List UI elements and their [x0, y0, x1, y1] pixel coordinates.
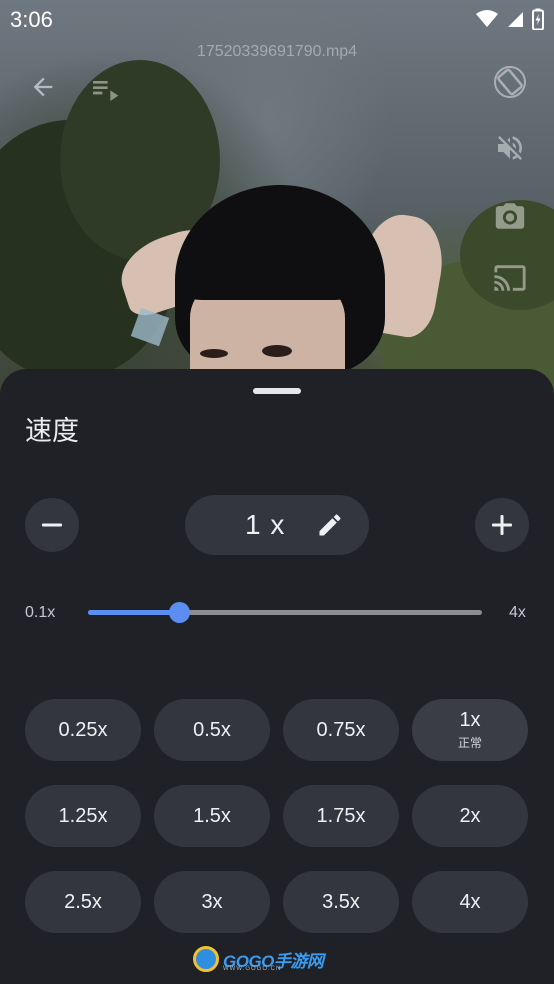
increase-speed-button[interactable] — [475, 498, 529, 552]
speed-preset-label: 3x — [201, 890, 223, 913]
plus-icon — [492, 515, 512, 535]
back-button[interactable] — [26, 70, 60, 104]
speed-value-pill[interactable]: 1 x — [185, 495, 369, 555]
sheet-drag-handle[interactable] — [253, 388, 301, 394]
speed-preset-label: 1.5x — [193, 804, 231, 827]
speed-preset-label: 4x — [459, 890, 481, 913]
speed-preset-button[interactable]: 1.5x — [154, 785, 270, 847]
cell-signal-icon — [508, 12, 523, 27]
speed-preset-button[interactable]: 2x — [412, 785, 528, 847]
playlist-button[interactable] — [88, 72, 122, 106]
speed-preset-label: 0.75x — [316, 718, 366, 741]
wifi-icon — [476, 10, 498, 27]
screen-rotation-icon — [494, 66, 526, 98]
speed-preset-sublabel: 正常 — [457, 736, 482, 750]
eye-right — [262, 345, 292, 357]
status-icons — [476, 8, 544, 30]
rotate-screen-button[interactable] — [490, 62, 530, 102]
speed-preset-label: 3.5x — [322, 890, 360, 913]
speed-slider-fill — [88, 610, 179, 615]
eye-left — [200, 349, 228, 358]
playlist-icon — [93, 81, 119, 101]
speed-preset-label: 1x — [459, 709, 481, 731]
cast-button[interactable] — [490, 258, 530, 298]
pencil-icon — [319, 514, 341, 536]
edit-speed-button[interactable] — [316, 511, 344, 544]
speed-preset-label: 1.75x — [316, 804, 366, 827]
video-file-name: 17520339691790.mp4 — [196, 43, 358, 60]
minus-icon — [42, 523, 62, 527]
speed-preset-label: 0.25x — [58, 718, 108, 741]
speed-preset-button[interactable]: 0.25x — [25, 699, 141, 761]
gogo-logo-icon — [193, 946, 219, 972]
mute-button[interactable] — [490, 128, 530, 168]
speed-preset-button[interactable]: 4x — [412, 871, 528, 933]
speed-preset-button[interactable]: 3x — [154, 871, 270, 933]
slider-min-label: 0.1x — [25, 604, 56, 621]
speed-preset-button[interactable]: 1.75x — [283, 785, 399, 847]
back-arrow-icon — [33, 77, 53, 97]
volume-off-icon — [498, 136, 522, 160]
sheet-title: 速度 — [25, 416, 79, 446]
current-speed-value: 1 x — [245, 509, 286, 540]
video-frame[interactable] — [0, 0, 554, 420]
speed-preset-label: 1.25x — [58, 804, 108, 827]
battery-icon — [532, 8, 544, 30]
slider-max-label: 4x — [509, 604, 526, 621]
speed-preset-button[interactable]: 0.5x — [154, 699, 270, 761]
speed-bottom-sheet: 速度 1 x 0.1x 4x 0.25x 0.5x 0.75x 1x 正常 1.25x 1.… — [0, 369, 554, 984]
cast-icon — [494, 265, 526, 291]
decrease-speed-button[interactable] — [25, 498, 79, 552]
speed-preset-button[interactable]: 1.25x — [25, 785, 141, 847]
status-bar: 3:06 — [0, 0, 554, 38]
watermark-sub: WWW.GOGO.CN — [223, 966, 282, 972]
speed-preset-button[interactable]: 1x 正常 — [412, 699, 528, 761]
watermark-logo: GOGO手游网 WWW.GOGO.CN — [193, 946, 324, 972]
screenshot-button[interactable] — [490, 196, 530, 236]
speed-preset-button[interactable]: 2.5x — [25, 871, 141, 933]
speed-preset-label: 0.5x — [193, 718, 231, 741]
speed-slider-thumb[interactable] — [168, 602, 190, 623]
speed-preset-label: 2.5x — [64, 890, 102, 913]
speed-preset-button[interactable]: 0.75x — [283, 699, 399, 761]
speed-preset-label: 2x — [459, 804, 481, 827]
status-time: 3:06 — [10, 7, 53, 32]
camera-icon — [495, 203, 525, 229]
speed-preset-button[interactable]: 3.5x — [283, 871, 399, 933]
